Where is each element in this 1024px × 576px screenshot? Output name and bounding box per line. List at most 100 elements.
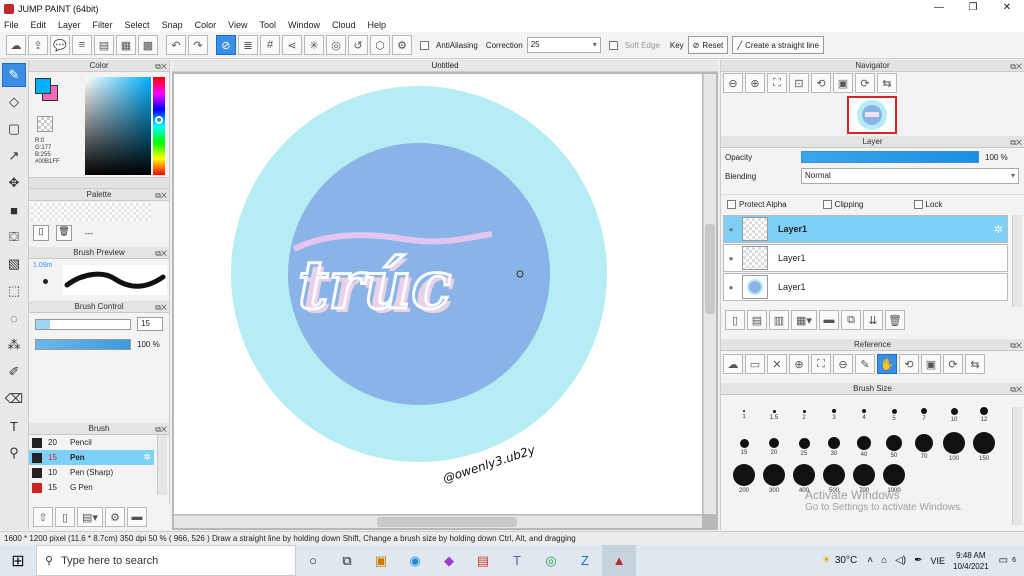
visibility-icon[interactable]: ● [724,254,738,263]
delete-layer-icon[interactable]: 🗑 [885,310,905,330]
brush-size-option[interactable]: 20 [759,431,789,463]
new-8bit-layer-icon[interactable]: ▤ [747,310,767,330]
brush-size-option[interactable]: 4 [849,399,879,431]
new-1bit-layer-icon[interactable]: ▥ [769,310,789,330]
clock[interactable]: 9:48 AM 10/4/2021 [953,550,989,572]
language-indicator[interactable]: VIE [931,556,946,566]
flip-icon[interactable]: ⇆ [877,73,897,93]
reference-rotate-left-icon[interactable]: ⟲ [899,354,919,374]
reference-zoom-in-icon[interactable]: ⊕ [789,354,809,374]
office-icon[interactable]: ▤ [466,545,500,576]
pen-icon[interactable]: ✒ [914,555,922,566]
brush-size-option[interactable]: 30 [819,431,849,463]
parallel-snap-icon[interactable]: ≣ [238,35,258,55]
transparent-color-swatch[interactable] [37,116,53,132]
select-eraser-tool-icon[interactable]: ⌫ [2,387,26,411]
zoom-out-icon[interactable]: ⊖ [723,73,743,93]
lasso-tool-icon[interactable]: ↗ [2,144,26,168]
curve-snap-icon[interactable]: ↺ [348,35,368,55]
brush-folder-icon[interactable]: ▬ [127,507,147,527]
soft-edge-checkbox[interactable] [608,40,618,50]
brush-item-pen[interactable]: 15 Pen ✲ [29,450,154,465]
drawing-canvas[interactable]: trúc trúc @owenly3.ub2y [174,74,702,514]
hue-slider-handle[interactable] [155,116,163,124]
comment-icon[interactable]: 💬 [50,35,70,55]
shape-snap-icon[interactable]: ⬡ [370,35,390,55]
magic-wand-tool-icon[interactable]: ⁂ [2,333,26,357]
snap-off-icon[interactable]: ⊘ [216,35,236,55]
menu-edit[interactable]: Edit [31,20,47,30]
protect-alpha-checkbox[interactable] [727,200,736,209]
zoom-in-icon[interactable]: ⊕ [745,73,765,93]
brush-size-scrollbar[interactable] [1012,407,1022,525]
brush-size-option[interactable]: 150 [969,431,999,463]
layer-scrollbar[interactable] [1012,215,1022,307]
menu-snap[interactable]: Snap [162,20,183,30]
cortana-icon[interactable]: ○ [296,545,330,576]
page-icon[interactable]: ▤ [94,35,114,55]
straight-line-button[interactable]: ╱ Create a straight line [732,36,824,54]
fit-screen-icon[interactable]: ⛶ [767,73,787,93]
zalo-icon[interactable]: Z [568,545,602,576]
brush-item-pencil[interactable]: 20 Pencil [29,435,154,450]
redo-icon[interactable]: ↷ [188,35,208,55]
restore-button[interactable]: ❐ [956,0,990,17]
paint-drop-icon[interactable]: ◆ [432,545,466,576]
reference-cloud-icon[interactable]: ☁ [723,354,743,374]
reset-button[interactable]: ⊘ Reset [687,36,729,54]
grid-snap-icon[interactable]: # [260,35,280,55]
brush-size-option[interactable]: 7 [909,399,939,431]
brush-size-option[interactable]: 50 [879,431,909,463]
menu-layer[interactable]: Layer [58,20,81,30]
layer-opacity-slider[interactable] [801,151,979,163]
brush-size-option[interactable]: 5 [879,399,909,431]
delete-palette-icon[interactable]: 🗑 [56,225,72,241]
edge-icon[interactable]: ◉ [398,545,432,576]
layer-row[interactable]: ● Layer1 [723,273,1008,301]
brush-menu-icon[interactable]: ▤▾ [77,507,103,527]
lock-checkbox[interactable] [913,200,923,209]
close-button[interactable]: ✕ [990,0,1024,17]
radial-snap-icon[interactable]: ✳ [304,35,324,55]
primary-color-front[interactable] [35,78,51,94]
gear-icon[interactable]: ✲ [994,223,1003,236]
fill-shape-tool-icon[interactable]: ■ [2,198,26,222]
brush-size-option[interactable]: 10 [939,399,969,431]
reference-close-icon[interactable]: ✕ [767,354,787,374]
new-layer-icon[interactable]: ▯ [725,310,745,330]
brush-size-option[interactable]: 40 [849,431,879,463]
chrome-icon[interactable]: ◎ [534,545,568,576]
menu-window[interactable]: Window [288,20,320,30]
menu-help[interactable]: Help [368,20,387,30]
visibility-icon[interactable]: ● [724,225,738,234]
reference-reset-icon[interactable]: ▣ [921,354,941,374]
store-icon[interactable]: ▣ [364,545,398,576]
bucket-tool-icon[interactable]: ⛋ [2,225,26,249]
actual-size-icon[interactable]: ⊡ [789,73,809,93]
jump-paint-taskbar-icon[interactable]: ▲ [602,545,636,576]
visibility-icon[interactable]: ● [724,283,738,292]
menu-filter[interactable]: Filter [93,20,113,30]
teams-icon[interactable]: T [500,545,534,576]
color-saturation-square[interactable] [85,77,151,175]
blending-select[interactable]: Normal ▾ [801,168,1019,184]
canvas-tab[interactable]: Untitled [172,60,718,72]
notification-icon[interactable]: ▭ [999,555,1008,566]
brush-size-input[interactable]: 15 [137,317,163,331]
brush-size-option[interactable]: 1 [729,399,759,431]
clipping-checkbox[interactable] [822,200,832,209]
reference-rotate-right-icon[interactable]: ⟳ [943,354,963,374]
settings-grid-icon[interactable]: ▩ [138,35,158,55]
brush-item-g-pen[interactable]: 15 G Pen [29,480,154,495]
minimize-button[interactable]: — [922,0,956,17]
export-icon[interactable]: ⇪ [28,35,48,55]
brush-size-option[interactable]: 2 [789,399,819,431]
panel-close-icon[interactable]: ⧉✕ [1010,384,1022,396]
chevron-up-icon[interactable]: ˄ [867,555,873,566]
taskbar-search[interactable]: ⚲ Type here to search [36,545,296,576]
cloud-icon[interactable]: ☁ [6,35,26,55]
rect-select-tool-icon[interactable]: ▢ [2,117,26,141]
brush-settings-icon[interactable]: ⚙ [105,507,125,527]
brush-item-pen-sharp[interactable]: 10 Pen (Sharp) [29,465,154,480]
reference-flip-icon[interactable]: ⇆ [965,354,985,374]
